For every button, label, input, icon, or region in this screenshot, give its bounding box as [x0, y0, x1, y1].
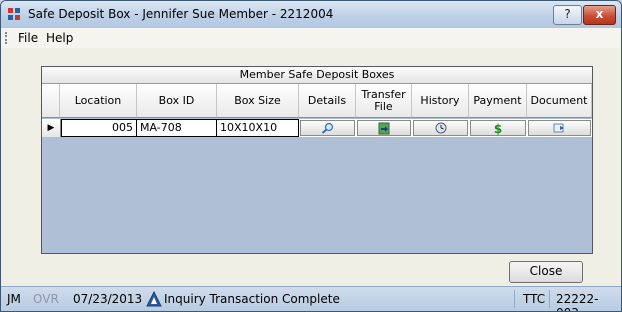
menu-file[interactable]: File	[18, 31, 38, 45]
title-bar: Safe Deposit Box - Jennifer Sue Member -…	[1, 1, 621, 29]
file-transfer-icon	[378, 122, 390, 134]
menu-bar: File Help	[1, 28, 621, 48]
status-separator	[514, 290, 515, 308]
magnifier-icon	[321, 122, 333, 134]
cell-location[interactable]: 005	[61, 119, 137, 137]
alert-icon	[146, 291, 162, 307]
cell-box-id[interactable]: MA-708	[137, 119, 217, 137]
history-button[interactable]	[413, 120, 468, 136]
column-header-box-size[interactable]: Box Size	[217, 84, 299, 118]
column-header-transfer-line1: Transfer	[361, 87, 406, 101]
column-header-payment[interactable]: Payment	[469, 84, 527, 118]
svg-text:$: $	[494, 122, 502, 135]
column-header-details[interactable]: Details	[299, 84, 356, 118]
status-ttc-label: TTC	[523, 292, 546, 306]
status-user: JM	[7, 292, 21, 306]
status-ttc-value: 22222-003	[556, 292, 599, 311]
window-title: Safe Deposit Box - Jennifer Sue Member -…	[28, 7, 334, 21]
close-button[interactable]: Close	[509, 261, 583, 283]
status-separator	[549, 290, 550, 308]
row-header-corner	[42, 84, 60, 118]
window-close-button[interactable]: x	[583, 5, 616, 25]
close-icon: x	[595, 7, 604, 21]
row-selector-icon[interactable]: ▶	[42, 119, 61, 137]
safe-deposit-grid: Member Safe Deposit Boxes Location Box I…	[41, 66, 593, 254]
dollar-icon: $	[494, 122, 502, 135]
main-panel: Member Safe Deposit Boxes Location Box I…	[1, 48, 621, 286]
column-header-transfer-file[interactable]: Transfer File	[356, 84, 412, 118]
transfer-file-button[interactable]	[357, 120, 411, 136]
details-button[interactable]	[300, 120, 355, 136]
help-button[interactable]: ?	[553, 5, 582, 25]
safe-deposit-box-window: Safe Deposit Box - Jennifer Sue Member -…	[0, 0, 622, 312]
payment-button[interactable]: $	[470, 120, 526, 136]
cell-box-size[interactable]: 10X10X10	[217, 119, 299, 137]
column-header-location[interactable]: Location	[60, 84, 137, 118]
column-header-history[interactable]: History	[412, 84, 469, 118]
column-header-transfer-line2: File	[374, 99, 393, 113]
grid-caption: Member Safe Deposit Boxes	[42, 67, 592, 84]
document-arrow-icon	[553, 123, 564, 133]
status-ovr: OVR	[33, 292, 59, 306]
document-button[interactable]	[528, 120, 591, 136]
table-row[interactable]: ▶ 005 MA-708 10X10X10 $	[42, 119, 592, 137]
menu-help[interactable]: Help	[46, 31, 73, 45]
status-bar: JM OVR 07/23/2013 Inquiry Transaction Co…	[1, 286, 621, 311]
status-message: Inquiry Transaction Complete	[164, 292, 340, 306]
app-icon	[8, 8, 20, 20]
status-date: 07/23/2013	[73, 292, 143, 306]
column-header-document[interactable]: Document	[527, 84, 592, 118]
menu-grip	[5, 32, 9, 44]
clock-icon	[435, 122, 446, 134]
column-header-box-id[interactable]: Box ID	[137, 84, 217, 118]
